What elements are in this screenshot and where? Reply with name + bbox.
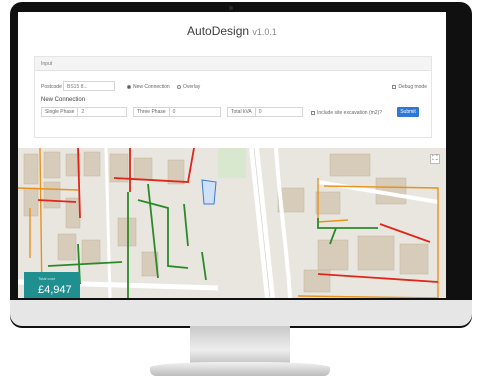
checkbox-icon <box>311 111 315 115</box>
debug-mode-checkbox[interactable]: Debug mode <box>392 84 427 90</box>
radio-new-connection[interactable]: New Connection <box>127 84 170 90</box>
connection-fields-row: Single Phase 2 Three Phase 0 Total kVA 0… <box>41 107 427 119</box>
panel-heading: Input <box>35 57 431 71</box>
monitor-scene: AutoDesign v1.0.1 Input Postcode BS15 8.… <box>0 0 480 386</box>
single-phase-label: Single Phase <box>45 109 75 115</box>
section-title: New Connection <box>41 97 86 103</box>
radio-selected-icon <box>127 85 131 89</box>
postcode-input[interactable]: BS15 8... <box>63 81 115 91</box>
map-canvas <box>18 148 439 298</box>
include-excavation-label: Include site excavation (m2)? <box>317 110 383 116</box>
radio-new-connection-label: New Connection <box>133 84 170 90</box>
checkbox-icon <box>392 85 397 89</box>
postcode-label: Postcode <box>41 84 62 90</box>
network-map[interactable]: ⛶ Total cost £4,947 <box>18 148 446 298</box>
app-name: AutoDesign <box>187 24 250 38</box>
page-title: AutoDesign v1.0.1 <box>18 24 446 38</box>
app-version: v1.0.1 <box>252 27 277 37</box>
cost-value: £4,947 <box>38 284 72 296</box>
monitor-chin <box>10 300 472 326</box>
radio-overlay-label: Overlay <box>183 84 201 90</box>
three-phase-label: Three Phase <box>137 109 166 115</box>
debug-mode-label: Debug mode <box>398 84 427 90</box>
cost-label: Total cost <box>38 276 55 281</box>
total-kva-label: Total kVA <box>231 109 252 115</box>
fullscreen-button[interactable]: ⛶ <box>430 154 440 164</box>
app-screen: AutoDesign v1.0.1 Input Postcode BS15 8.… <box>18 12 446 298</box>
input-panel: Input Postcode BS15 8... New Connection … <box>34 56 432 138</box>
cost-badge: Total cost £4,947 <box>24 272 80 298</box>
submit-button[interactable]: Submit <box>397 107 419 117</box>
radio-overlay[interactable]: Overlay <box>177 84 200 90</box>
radio-unselected-icon <box>177 85 181 89</box>
monitor-base <box>150 362 330 376</box>
total-kva-input[interactable]: 0 <box>254 108 302 116</box>
total-kva-field[interactable]: Total kVA 0 <box>227 107 303 117</box>
three-phase-field[interactable]: Three Phase 0 <box>133 107 221 117</box>
monitor-stand <box>190 326 290 366</box>
camera-icon <box>229 6 233 10</box>
three-phase-input[interactable]: 0 <box>168 108 220 116</box>
include-excavation-checkbox[interactable]: Include site excavation (m2)? <box>311 110 382 116</box>
single-phase-field[interactable]: Single Phase 2 <box>41 107 127 117</box>
single-phase-input[interactable]: 2 <box>77 108 126 116</box>
postcode-row: Postcode BS15 8... New Connection Overla… <box>41 81 427 93</box>
